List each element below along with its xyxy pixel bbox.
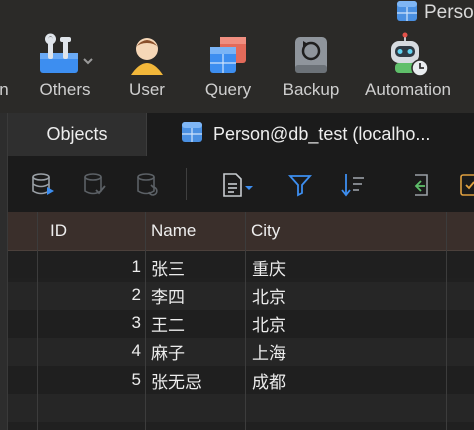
toolbar-label: Automation bbox=[365, 80, 451, 99]
table-icon bbox=[181, 121, 203, 148]
column-divider bbox=[245, 212, 246, 430]
cell-id[interactable]: 4 bbox=[40, 337, 141, 365]
cell-city[interactable]: 上海 bbox=[252, 337, 442, 365]
cell-city[interactable]: 北京 bbox=[252, 309, 442, 337]
tools-icon bbox=[36, 30, 94, 80]
column-header-label: City bbox=[251, 221, 281, 240]
cell-name[interactable]: 麻子 bbox=[151, 337, 241, 365]
cell-name[interactable]: 王二 bbox=[151, 309, 241, 337]
toolbar-label: n bbox=[0, 80, 9, 99]
sort-icon[interactable] bbox=[338, 170, 368, 200]
window-title: Person bbox=[396, 0, 474, 26]
left-panel-edge bbox=[0, 113, 8, 430]
cell-name[interactable]: 张无忌 bbox=[151, 366, 241, 394]
toolbar-label: Backup bbox=[282, 80, 340, 99]
column-header-city[interactable]: City bbox=[251, 212, 441, 250]
toolbar-button-partial[interactable]: n bbox=[0, 30, 14, 110]
tab-label: Person@db_test (localho... bbox=[213, 124, 431, 144]
column-header-name[interactable]: Name bbox=[151, 212, 241, 250]
column-header-id[interactable]: ID bbox=[50, 212, 140, 250]
tab-label: Objects bbox=[46, 124, 108, 144]
cell-id[interactable]: 1 bbox=[40, 253, 141, 281]
toolbar-button-user[interactable]: User bbox=[122, 30, 172, 110]
column-divider bbox=[37, 212, 38, 430]
column-header-label: ID bbox=[50, 221, 67, 240]
query-icon bbox=[206, 30, 250, 80]
toolbar-button-query[interactable]: Query bbox=[198, 30, 258, 110]
backup-icon bbox=[291, 30, 331, 80]
rollback-icon[interactable] bbox=[133, 170, 163, 200]
export-icon[interactable] bbox=[456, 170, 474, 200]
column-divider bbox=[145, 212, 146, 430]
column-divider bbox=[446, 212, 447, 430]
table-icon bbox=[396, 0, 418, 27]
toolbar-button-others[interactable]: Others bbox=[34, 30, 96, 110]
begin-transaction-icon[interactable] bbox=[28, 170, 58, 200]
import-icon[interactable] bbox=[405, 170, 435, 200]
cell-name[interactable]: 张三 bbox=[151, 253, 241, 281]
robot-icon bbox=[385, 30, 431, 80]
toolbar-label: User bbox=[129, 80, 165, 99]
column-header-label: Name bbox=[151, 221, 197, 240]
cell-id[interactable]: 5 bbox=[40, 366, 141, 394]
tab-objects[interactable]: Objects bbox=[8, 113, 147, 156]
table-row-empty bbox=[8, 394, 474, 422]
text-view-icon[interactable] bbox=[218, 170, 258, 200]
toolbar-button-automation[interactable]: Automation bbox=[362, 30, 454, 110]
user-icon bbox=[127, 30, 167, 80]
cell-city[interactable]: 重庆 bbox=[252, 253, 442, 281]
toolbar-button-backup[interactable]: Backup bbox=[280, 30, 342, 110]
tab-person-table[interactable]: Person@db_test (localho... bbox=[147, 113, 474, 156]
cell-id[interactable]: 3 bbox=[40, 309, 141, 337]
cell-id[interactable]: 2 bbox=[40, 281, 141, 309]
cell-name[interactable]: 李四 bbox=[151, 281, 241, 309]
cell-city[interactable]: 成都 bbox=[252, 366, 442, 394]
toolbar-divider bbox=[186, 168, 187, 200]
toolbar-label: Query bbox=[204, 80, 252, 99]
window-title-text: Person bbox=[424, 2, 474, 23]
cell-city[interactable]: 北京 bbox=[252, 281, 442, 309]
filter-icon[interactable] bbox=[285, 170, 315, 200]
commit-icon[interactable] bbox=[80, 170, 110, 200]
toolbar-label: Others bbox=[39, 80, 91, 99]
